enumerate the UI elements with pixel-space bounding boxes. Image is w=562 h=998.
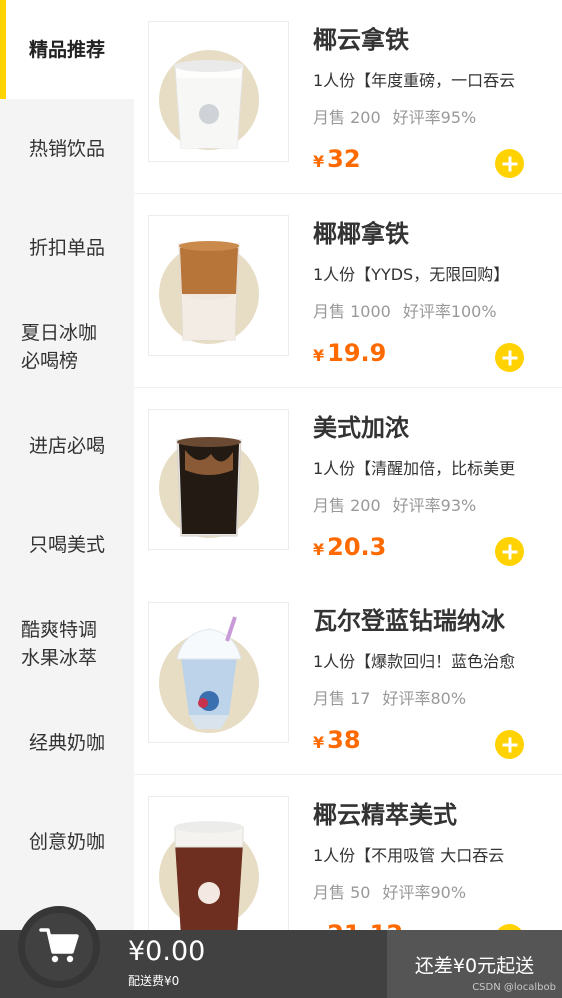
category-label: 热销饮品	[28, 137, 105, 160]
category-item-hot-drinks[interactable]: 热销饮品	[0, 99, 134, 198]
product-price: ¥20.3	[313, 533, 386, 561]
product-item[interactable]: 椰椰拿铁 1人份【YYDS，无限回购】 月售 1000 好评率100% ¥19.9	[134, 194, 562, 388]
category-label: 夏日冰咖 必喝榜	[21, 321, 98, 372]
product-stats: 月售 200 好评率93%	[313, 492, 476, 516]
rating: 好评率95%	[392, 108, 477, 127]
category-item-creative-milk[interactable]: 创意奶咖	[0, 792, 134, 891]
product-stats: 月售 17 好评率80%	[313, 685, 466, 709]
category-label: 精品推荐	[28, 38, 105, 61]
category-item-discount[interactable]: 折扣单品	[0, 198, 134, 297]
currency-symbol: ¥	[313, 152, 325, 171]
price-value: 32	[327, 145, 361, 173]
product-image[interactable]	[148, 21, 289, 162]
currency-symbol: ¥	[313, 733, 325, 752]
category-sidebar: 精品推荐 热销饮品 折扣单品 夏日冰咖 必喝榜 进店必喝 只喝美式 酷爽特调 水…	[0, 0, 134, 998]
category-item-classic-milk[interactable]: 经典奶咖	[0, 693, 134, 792]
product-name: 椰椰拿铁	[313, 220, 409, 248]
category-item-americano[interactable]: 只喝美式	[0, 495, 134, 594]
category-item-must-drink[interactable]: 进店必喝	[0, 396, 134, 495]
product-stats: 月售 1000 好评率100%	[313, 298, 497, 322]
product-item[interactable]: 瓦尔登蓝钻瑞纳冰 1人份【爆款回归！蓝色治愈 月售 17 好评率80% ¥38	[134, 581, 562, 775]
rating: 好评率90%	[382, 883, 467, 902]
price-value: 20.3	[327, 533, 387, 561]
product-name: 瓦尔登蓝钻瑞纳冰	[313, 607, 505, 635]
product-image[interactable]	[148, 215, 289, 356]
monthly-sales: 月售 17	[313, 689, 371, 708]
category-item-summer-iced[interactable]: 夏日冰咖 必喝榜	[0, 297, 134, 396]
monthly-sales: 月售 50	[313, 883, 371, 902]
product-desc: 1人份【年度重磅，一口吞云	[313, 71, 516, 90]
add-to-cart-button[interactable]	[495, 149, 524, 178]
delivery-fee: 配送费¥0	[128, 974, 180, 988]
category-item-recommended[interactable]: 精品推荐	[0, 0, 134, 99]
currency-symbol: ¥	[313, 540, 325, 559]
product-price: ¥32	[313, 145, 361, 173]
product-price: ¥38	[313, 726, 361, 754]
product-stats: 月售 50 好评率90%	[313, 879, 466, 903]
rating: 好评率93%	[392, 496, 477, 515]
rating: 好评率100%	[402, 302, 497, 321]
category-label: 酷爽特调 水果冰萃	[21, 618, 98, 669]
rating: 好评率80%	[382, 689, 467, 708]
cart-total: ¥0.00	[128, 936, 206, 967]
product-image[interactable]	[148, 409, 289, 550]
add-to-cart-button[interactable]	[495, 343, 524, 372]
category-label: 创意奶咖	[28, 830, 105, 853]
product-name: 椰云精萃美式	[313, 801, 457, 829]
product-desc: 1人份【爆款回归！蓝色治愈	[313, 652, 516, 671]
category-item-special-fruit[interactable]: 酷爽特调 水果冰萃	[0, 594, 134, 693]
product-stats: 月售 200 好评率95%	[313, 104, 476, 128]
monthly-sales: 月售 200	[313, 108, 381, 127]
category-label: 经典奶咖	[28, 731, 105, 754]
currency-symbol: ¥	[313, 346, 325, 365]
cart-button[interactable]	[18, 906, 100, 988]
product-name: 椰云拿铁	[313, 26, 409, 54]
price-value: 38	[327, 726, 361, 754]
product-desc: 1人份【不用吸管 大口吞云	[313, 846, 505, 865]
category-label: 进店必喝	[28, 434, 105, 457]
price-value: 19.9	[327, 339, 387, 367]
min-order-label: 还差¥0元起送	[414, 954, 535, 977]
product-item[interactable]: 椰云拿铁 1人份【年度重磅，一口吞云 月售 200 好评率95% ¥32	[134, 0, 562, 194]
product-price: ¥19.9	[313, 339, 386, 367]
product-item[interactable]: 美式加浓 1人份【清醒加倍，比标美更 月售 200 好评率93% ¥20.3	[134, 388, 562, 582]
cart-icon	[39, 926, 79, 968]
watermark: CSDN @localbob	[472, 982, 556, 993]
product-desc: 1人份【清醒加倍，比标美更	[313, 459, 516, 478]
add-to-cart-button[interactable]	[495, 730, 524, 759]
add-to-cart-button[interactable]	[495, 537, 524, 566]
category-label: 只喝美式	[28, 533, 105, 556]
product-desc: 1人份【YYDS，无限回购】	[313, 265, 510, 284]
monthly-sales: 月售 1000	[313, 302, 391, 321]
product-image[interactable]	[148, 602, 289, 743]
monthly-sales: 月售 200	[313, 496, 381, 515]
product-name: 美式加浓	[313, 414, 409, 442]
product-image[interactable]	[148, 796, 289, 937]
category-label: 折扣单品	[28, 236, 105, 259]
